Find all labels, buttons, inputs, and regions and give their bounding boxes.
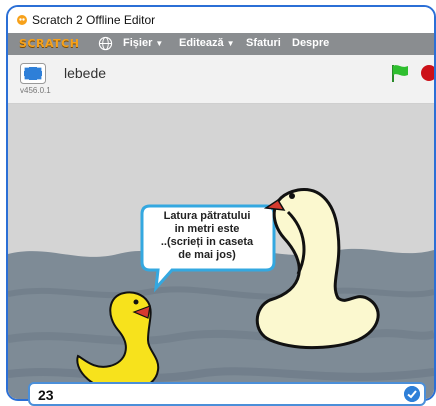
editor-window: Scratch 2 Offline Editor SCRATCH Fișier ▼… — [6, 5, 436, 401]
presentation-mode-icon[interactable] — [20, 63, 46, 84]
checkmark-icon[interactable] — [404, 386, 420, 402]
globe-icon[interactable] — [98, 36, 113, 51]
ask-answer-box — [28, 382, 426, 406]
menu-about[interactable]: Despre — [292, 37, 329, 49]
menu-edit[interactable]: Editează ▼ — [179, 37, 235, 49]
version-label: v456.0.1 — [20, 86, 51, 95]
title-bar: Scratch 2 Offline Editor — [8, 7, 434, 33]
stage[interactable]: Latura pătratului in metri este ..(scrie… — [8, 104, 434, 399]
menu-tips[interactable]: Sfaturi — [246, 37, 281, 49]
menu-bar: SCRATCH Fișier ▼ Editează ▼ Sfaturi Despre — [8, 33, 434, 55]
answer-input[interactable] — [38, 386, 378, 404]
stage-header: lebede v456.0.1 — [8, 55, 434, 104]
chevron-down-icon: ▼ — [155, 39, 164, 48]
scratch-logo[interactable]: SCRATCH — [13, 35, 85, 52]
window-title: Scratch 2 Offline Editor — [32, 13, 156, 27]
scratch-cat-icon — [17, 15, 27, 25]
project-name[interactable]: lebede — [64, 65, 106, 81]
speech-bubble-text: Latura pătratului in metri este ..(scrie… — [160, 210, 254, 261]
menu-file[interactable]: Fișier ▼ — [123, 37, 163, 49]
chevron-down-icon: ▼ — [226, 39, 235, 48]
stop-icon[interactable] — [421, 65, 434, 81]
green-flag-icon[interactable] — [390, 63, 410, 83]
